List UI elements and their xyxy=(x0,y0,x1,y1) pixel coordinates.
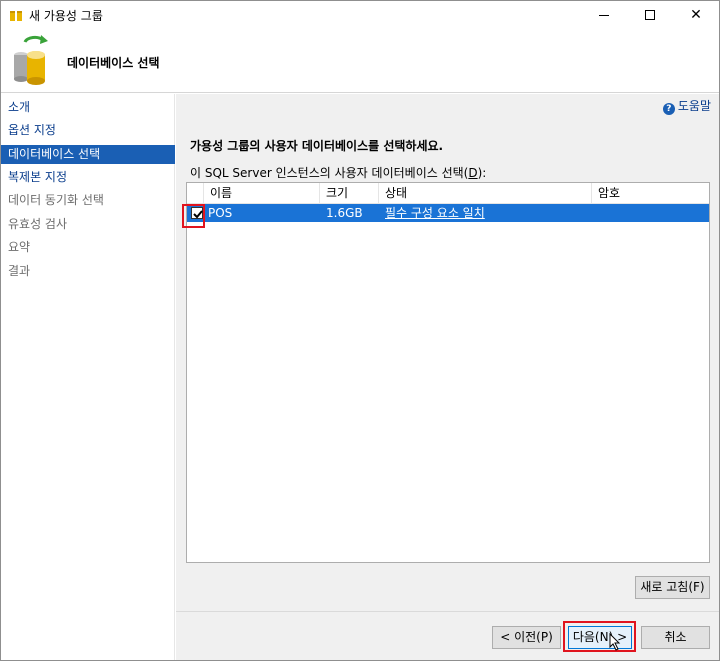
wizard-window: 새 가용성 그룹 ✕ 데이터베이스 선택 소개 옵션 지정 데이터베이스 선택 … xyxy=(0,0,720,661)
row-password[interactable] xyxy=(592,204,709,222)
grid-label: 이 SQL Server 인스턴스의 사용자 데이터베이스 선택(D): xyxy=(190,166,487,180)
title-bar: 새 가용성 그룹 ✕ xyxy=(1,1,719,29)
column-header-size[interactable]: 크기 xyxy=(320,183,379,204)
nav-item-options[interactable]: 옵션 지정 xyxy=(1,121,175,140)
nav-item-summary: 요약 xyxy=(8,240,31,254)
minimize-icon xyxy=(599,14,609,16)
help-link[interactable]: ? 도움말 xyxy=(662,97,711,115)
checkbox-highlight xyxy=(182,204,205,228)
status-link[interactable]: 필수 구성 요소 일치 xyxy=(385,206,485,220)
column-header-password[interactable]: 암호 xyxy=(592,183,709,204)
window-title: 새 가용성 그룹 xyxy=(29,9,103,23)
column-header-check xyxy=(187,183,204,204)
nav-item-select-databases[interactable]: 데이터베이스 선택 xyxy=(1,145,175,164)
previous-button[interactable]: < 이전(P) xyxy=(492,626,561,649)
row-name: POS xyxy=(208,206,233,220)
column-header-status[interactable]: 상태 xyxy=(379,183,592,204)
cancel-button[interactable]: 취소 xyxy=(641,626,710,649)
column-header-name[interactable]: 이름 xyxy=(204,183,320,204)
help-label: 도움말 xyxy=(677,99,711,113)
wizard-nav: 소개 옵션 지정 데이터베이스 선택 복제본 지정 데이터 동기화 선택 유효성… xyxy=(1,94,175,660)
database-grid[interactable]: 이름 크기 상태 암호 POS 1.6GB 필수 구성 요소 일치 xyxy=(186,182,710,563)
maximize-icon xyxy=(645,10,655,20)
close-button[interactable]: ✕ xyxy=(673,1,719,29)
app-icon xyxy=(10,11,22,21)
row-status[interactable]: 필수 구성 요소 일치 xyxy=(379,204,592,222)
instruction-text: 가용성 그룹의 사용자 데이터베이스를 선택하세요. xyxy=(190,139,444,153)
page-title: 데이터베이스 선택 xyxy=(67,56,160,70)
nav-item-results: 결과 xyxy=(8,264,31,278)
nav-item-intro[interactable]: 소개 xyxy=(1,98,175,117)
grid-header: 이름 크기 상태 암호 xyxy=(187,183,709,204)
main-content: ? 도움말 가용성 그룹의 사용자 데이터베이스를 선택하세요. 이 SQL Se… xyxy=(176,94,719,660)
nav-item-replicas[interactable]: 복제본 지정 xyxy=(1,168,175,187)
mouse-cursor-icon xyxy=(609,633,621,651)
row-size: 1.6GB xyxy=(326,206,363,220)
wizard-header: 데이터베이스 선택 xyxy=(1,29,719,93)
maximize-button[interactable] xyxy=(627,1,673,29)
nav-item-validation: 유효성 검사 xyxy=(8,217,68,231)
help-icon: ? xyxy=(662,103,675,115)
minimize-button[interactable] xyxy=(581,1,627,29)
close-icon: ✕ xyxy=(690,7,702,23)
footer-divider xyxy=(176,611,719,612)
table-row[interactable]: POS 1.6GB 필수 구성 요소 일치 xyxy=(187,204,709,222)
database-icon xyxy=(14,35,48,85)
next-button-highlight xyxy=(563,621,636,652)
nav-item-data-sync: 데이터 동기화 선택 xyxy=(8,193,104,207)
refresh-button[interactable]: 새로 고침(F) xyxy=(635,576,710,599)
